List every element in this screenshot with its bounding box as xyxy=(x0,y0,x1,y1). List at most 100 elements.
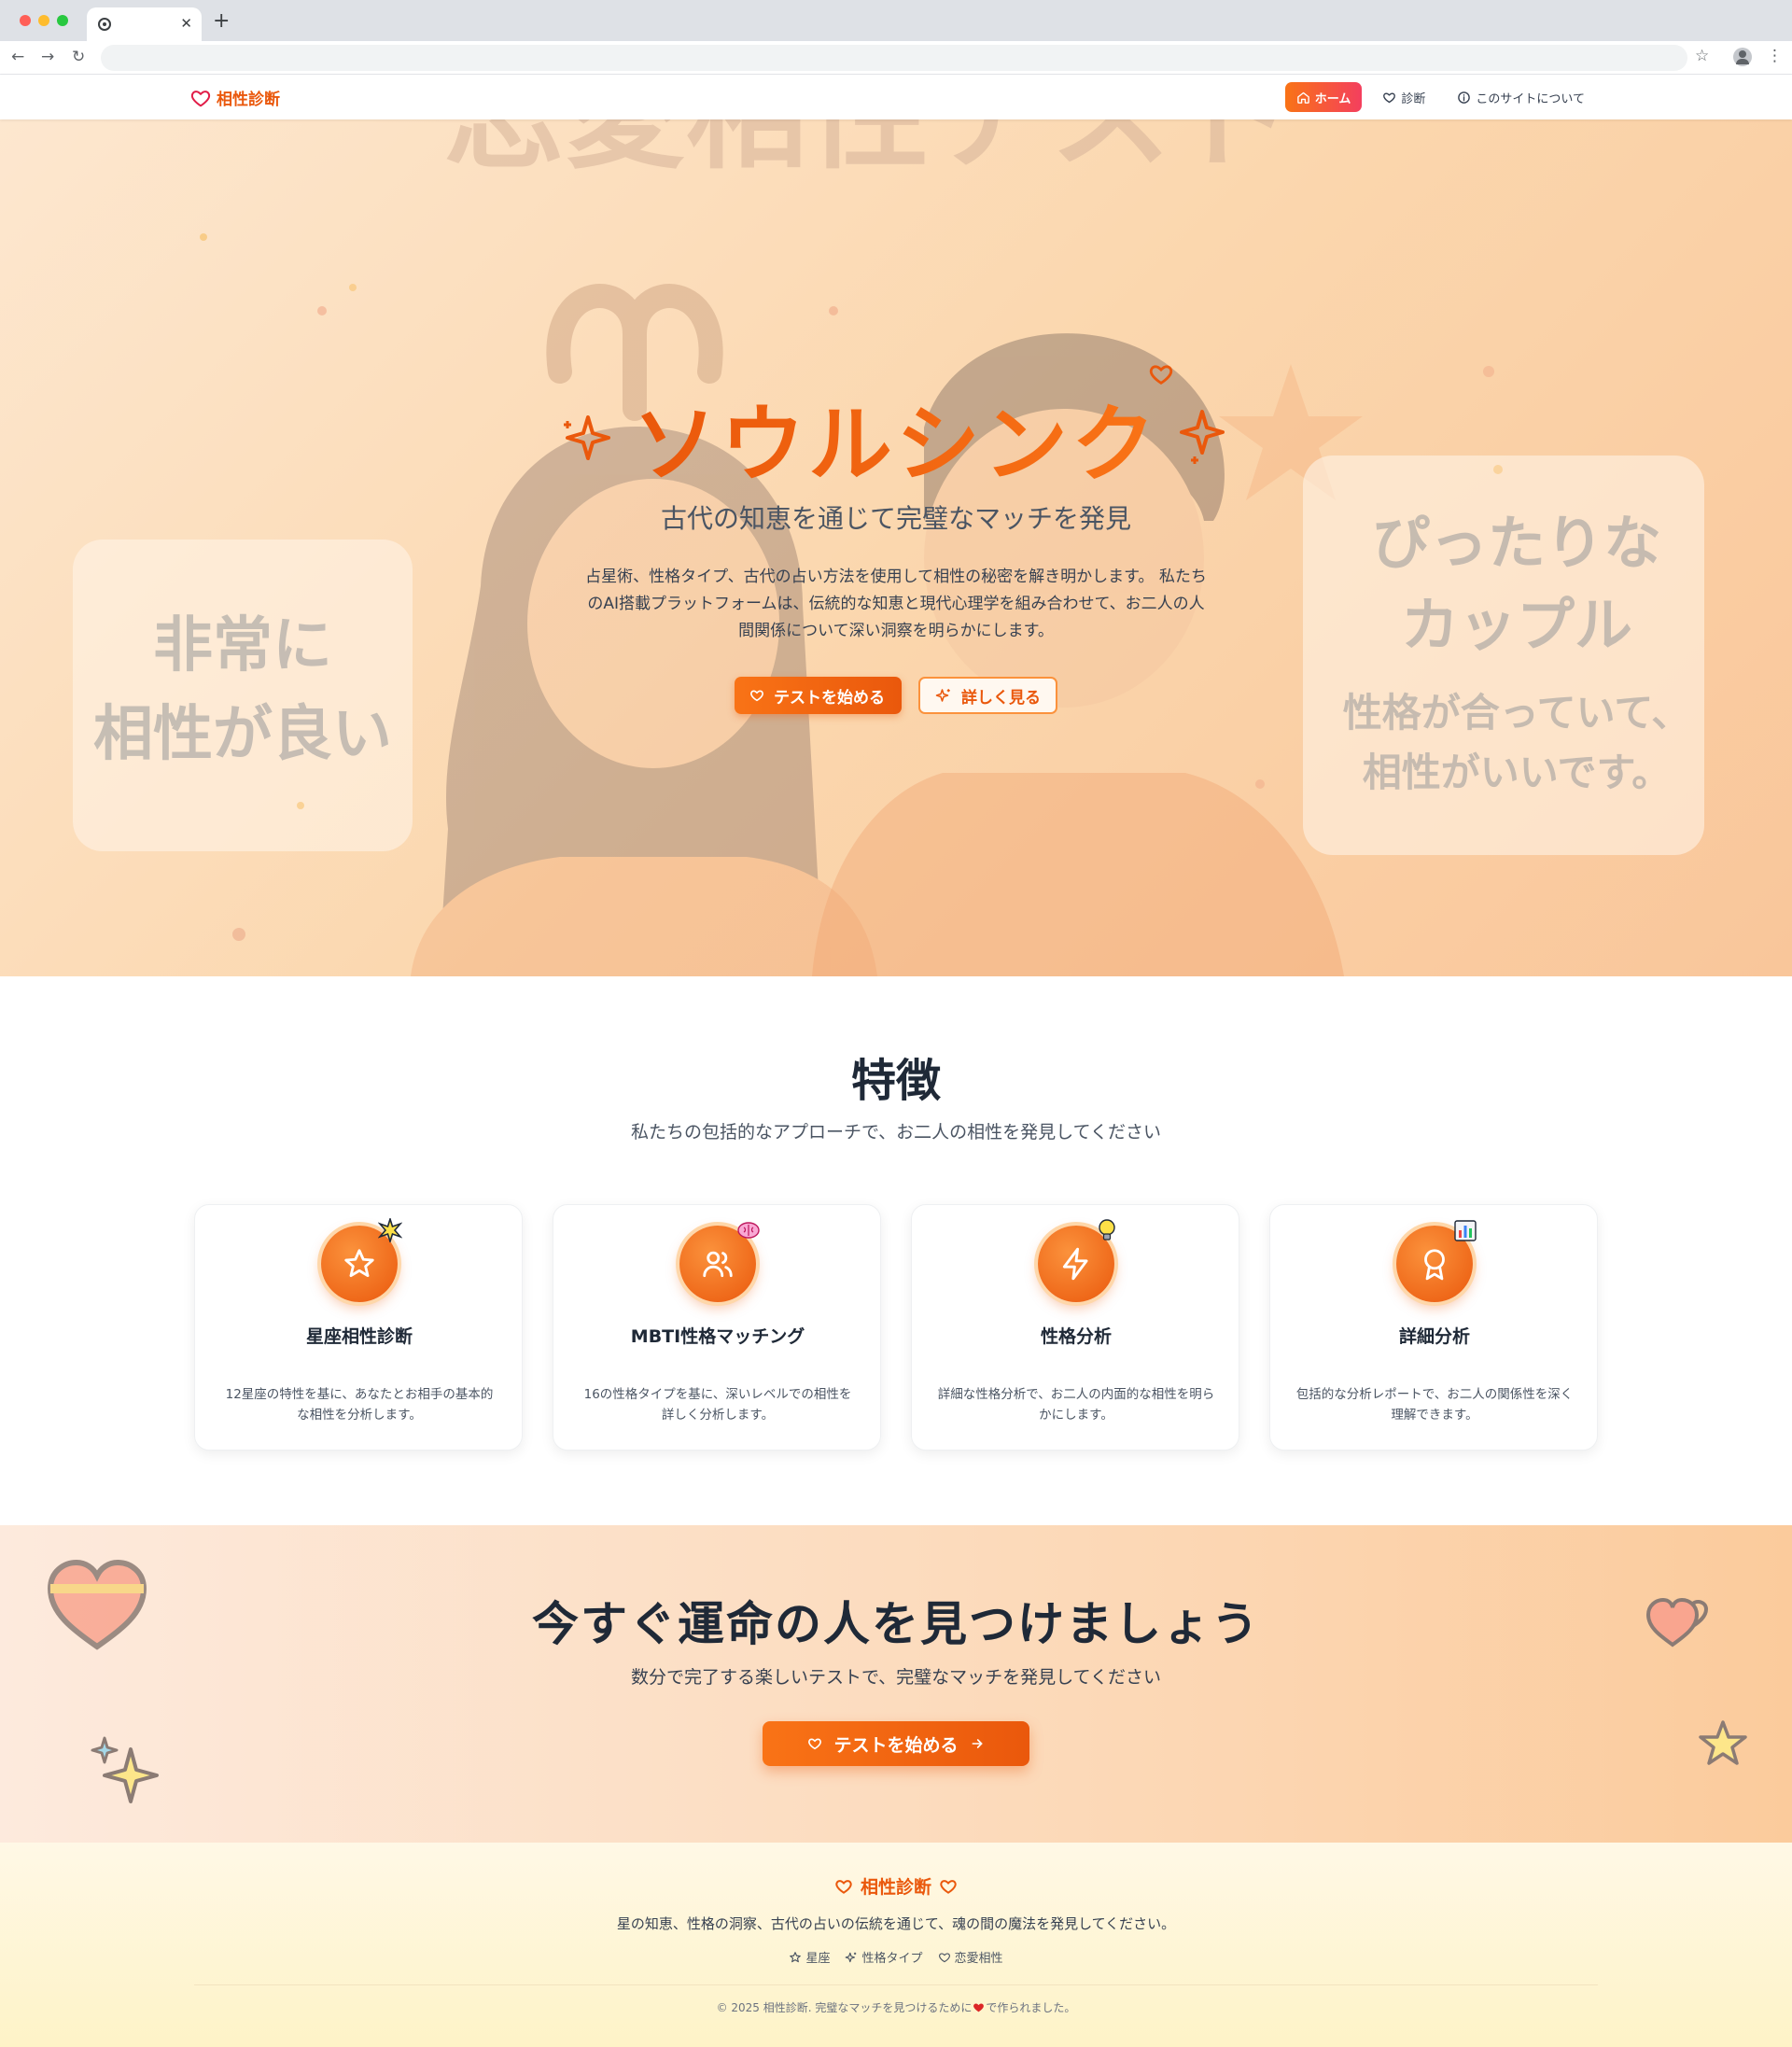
copyright-text-post: で作られました。 xyxy=(986,2001,1076,2014)
footer-link-zodiac[interactable]: 星座 xyxy=(789,1948,830,1966)
sparkle-right-icon xyxy=(1180,410,1225,464)
hero-buttons: テストを始める 詳しく見る xyxy=(0,677,1792,714)
maximize-window-button[interactable] xyxy=(57,15,68,26)
users-icon xyxy=(703,1251,733,1278)
feature-card-zodiac[interactable]: 星座相性診断 12星座の特性を基に、あなたとお相手の基本的な相性を分析します。 xyxy=(194,1204,523,1451)
feature-card-title: 星座相性診断 xyxy=(305,1326,413,1347)
hero-subtitle: 古代の知恵を通じて完璧なマッチを発見 xyxy=(660,503,1131,534)
close-tab-icon[interactable]: ✕ xyxy=(180,15,192,32)
site-logo[interactable]: 相性診断 xyxy=(190,86,280,109)
browser-tab-strip: ✕ + xyxy=(0,0,1792,41)
hero-title: ソウルシンク xyxy=(633,376,1159,498)
heart-icon xyxy=(938,1952,950,1962)
red-heart-icon xyxy=(973,2003,985,2012)
learn-more-button[interactable]: 詳しく見る xyxy=(918,677,1057,714)
nav-item-home-label: ホーム xyxy=(1314,91,1351,106)
features-subtitle: 私たちの包括的なアプローチで、お二人の相性を発見してください xyxy=(630,1122,1162,1143)
chart-emoji-icon xyxy=(1454,1220,1477,1241)
hero-background-illustration: 恋愛相性テスト 非常に 相性が良い ぴったりな カップル 性格が合っていて、 相… xyxy=(73,119,1704,976)
heart-icon xyxy=(1383,91,1396,103)
footer-links: 星座 性格タイプ 恋愛相性 xyxy=(0,1948,1792,1966)
cta-button-wrap: テストを始める xyxy=(0,1721,1792,1766)
bg-card-line-4: カップル xyxy=(1401,591,1632,659)
cta-start-test-button[interactable]: テストを始める xyxy=(763,1721,1029,1766)
cta-section: 今すぐ運命の人を見つけましょう 数分で完了する楽しいテストで、完璧なマッチを発見… xyxy=(0,1525,1792,1843)
feature-card-detail[interactable]: 詳細分析 包括的な分析レポートで、お二人の関係性を深く理解できます。 xyxy=(1269,1204,1598,1451)
feature-card-title: 詳細分析 xyxy=(1398,1326,1470,1347)
back-icon[interactable]: ← xyxy=(11,48,24,66)
brain-emoji-icon xyxy=(737,1222,760,1239)
close-window-button[interactable] xyxy=(20,15,31,26)
site-navbar: 相性診断 ホーム 診断 このサイトについて xyxy=(0,75,1792,119)
nav-item-home[interactable]: ホーム xyxy=(1284,82,1363,112)
bg-card-line-1: 非常に xyxy=(153,611,332,680)
heart-icon xyxy=(835,1879,852,1894)
hero-description: 占星術、性格タイプ、古代の占い方法を使用して相性の秘密を解き明かします。 私たち… xyxy=(585,568,1207,640)
star-icon xyxy=(344,1249,374,1278)
feature-card-desc: 詳細な性格分析で、お二人の内面的な相性を明らかにします。 xyxy=(937,1387,1215,1423)
feature-card-desc: 16の性格タイプを基に、深いレベルでの相性を詳しく分析します。 xyxy=(583,1387,852,1423)
small-heart-icon xyxy=(1149,365,1173,385)
footer-copyright: © 2025 相性診断. 完璧なマッチを見つけるために で作られました。 xyxy=(0,1999,1792,2015)
footer-divider xyxy=(194,1984,1598,1985)
info-icon xyxy=(1458,91,1471,104)
browser-tab[interactable]: ✕ xyxy=(87,7,202,41)
nav-item-diagnosis[interactable]: 診断 xyxy=(1371,82,1436,112)
footer-link-love[interactable]: 恋愛相性 xyxy=(938,1948,1003,1966)
feature-card-desc: 包括的な分析レポートで、お二人の関係性を深く理解できます。 xyxy=(1295,1387,1574,1423)
site-logo-text: 相性診断 xyxy=(217,91,280,109)
lightbulb-emoji-icon xyxy=(1099,1219,1115,1241)
sparkle-left-icon xyxy=(564,415,610,460)
home-icon xyxy=(1296,91,1309,104)
lightning-icon xyxy=(1062,1247,1088,1281)
cta-start-test-label: テストを始める xyxy=(833,1734,959,1756)
features-title: 特徴 xyxy=(850,1055,941,1107)
sparkles-icon xyxy=(846,1952,857,1962)
chrome-favicon-icon xyxy=(98,18,111,31)
copyright-text-pre: © 2025 相性診断. 完璧なマッチを見つけるために xyxy=(716,2001,973,2014)
minimize-window-button[interactable] xyxy=(38,15,49,26)
sparkles-icon xyxy=(935,689,950,702)
feature-card-personality[interactable]: 性格分析 詳細な性格分析で、お二人の内面的な相性を明らかにします。 xyxy=(911,1204,1239,1451)
new-tab-icon[interactable]: + xyxy=(213,9,230,33)
footer-tagline: 星の知恵、性格の洞察、古代の占いの伝統を通じて、魂の間の魔法を発見してください。 xyxy=(616,1915,1176,1932)
sparkle-emoji-icon xyxy=(378,1218,402,1242)
bg-card-line-6: 相性がいいです。 xyxy=(1363,750,1672,795)
nav-item-about-label: このサイトについて xyxy=(1476,91,1585,106)
profile-icon[interactable] xyxy=(1733,48,1752,66)
nav-item-diagnosis-label: 診断 xyxy=(1401,91,1426,106)
feature-cards: 星座相性診断 12星座の特性を基に、あなたとお相手の基本的な相性を分析します。 … xyxy=(194,1204,1598,1451)
bg-banner-text: 恋愛相性テスト xyxy=(443,119,1293,186)
learn-more-label: 詳しく見る xyxy=(961,688,1041,708)
bookmark-star-icon[interactable]: ☆ xyxy=(1695,47,1709,65)
heart-icon xyxy=(750,690,763,702)
feature-card-desc: 12星座の特性を基に、あなたとお相手の基本的な相性を分析します。 xyxy=(225,1387,494,1423)
heart-icon xyxy=(808,1738,822,1750)
nav-item-about[interactable]: このサイトについて xyxy=(1446,82,1596,112)
feature-card-mbti[interactable]: MBTI性格マッチング 16の性格タイプを基に、深いレベルでの相性を詳しく分析し… xyxy=(553,1204,881,1451)
footer-link-personality-label: 性格タイプ xyxy=(861,1952,923,1966)
hero-title-wrap: ソウルシンク xyxy=(0,365,1792,498)
start-test-button[interactable]: テストを始める xyxy=(735,677,902,714)
address-input[interactable] xyxy=(101,45,1687,71)
footer-link-personality[interactable]: 性格タイプ xyxy=(845,1948,923,1966)
address-bar-row: ← → ↻ ☆ ⋮ xyxy=(0,41,1792,75)
award-icon xyxy=(1424,1249,1445,1281)
footer-logo-text: 相性診断 xyxy=(860,1877,931,1898)
nav-links: ホーム 診断 このサイトについて xyxy=(1284,82,1596,112)
footer-logo: 相性診断 xyxy=(0,1873,1792,1899)
cta-subtitle: 数分で完了する楽しいテストで、完璧なマッチを発見してください xyxy=(630,1667,1162,1688)
footer-link-zodiac-label: 星座 xyxy=(805,1952,831,1966)
browser-menu-icon[interactable]: ⋮ xyxy=(1767,47,1783,65)
reload-icon[interactable]: ↻ xyxy=(72,48,85,66)
footer-link-love-label: 恋愛相性 xyxy=(954,1952,1003,1966)
hero-section: 恋愛相性テスト 非常に 相性が良い ぴったりな カップル 性格が合っていて、 相… xyxy=(0,119,1792,976)
heart-icon xyxy=(940,1879,957,1894)
start-test-label: テストを始める xyxy=(774,688,885,708)
cta-title: 今すぐ運命の人を見つけましょう xyxy=(532,1597,1260,1651)
forward-icon[interactable]: → xyxy=(41,48,54,66)
arrow-right-icon xyxy=(972,1739,983,1748)
heart-icon xyxy=(190,90,211,106)
site-footer: 相性診断 星の知恵、性格の洞察、古代の占いの伝統を通じて、魂の間の魔法を発見して… xyxy=(0,1843,1792,2047)
feature-card-title: MBTI性格マッチング xyxy=(630,1326,805,1347)
